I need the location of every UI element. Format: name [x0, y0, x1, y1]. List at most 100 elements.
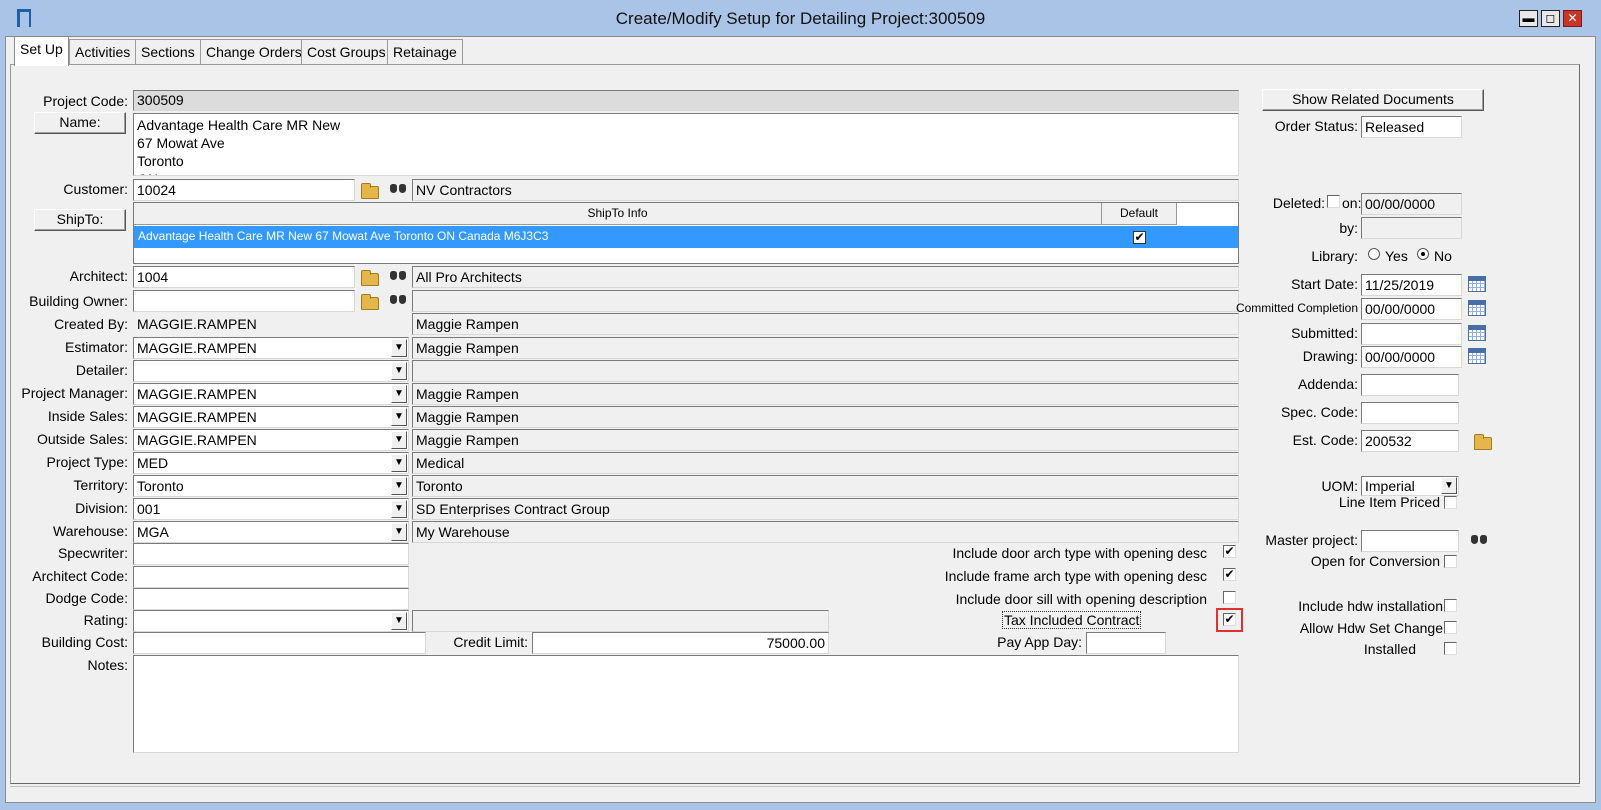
tab-sections[interactable]: Sections — [135, 39, 201, 65]
project-manager-dropdown[interactable]: MAGGIE.RAMPEN — [133, 383, 409, 405]
open-for-conversion-label: Open for Conversion — [1310, 553, 1440, 569]
door-arch-checkbox[interactable]: ✔ — [1223, 545, 1236, 558]
door-sill-checkbox[interactable] — [1223, 591, 1236, 604]
tab-change-orders[interactable]: Change Orders — [200, 39, 308, 65]
close-button[interactable]: ✕ — [1563, 10, 1582, 27]
inside-sales-dropdown[interactable]: MAGGIE.RAMPEN — [133, 406, 409, 428]
drawing-calendar-icon[interactable] — [1468, 348, 1486, 364]
architect-code-input[interactable] — [133, 566, 409, 588]
specwriter-label: Specwriter: — [57, 545, 128, 561]
architect-binoculars-icon[interactable] — [389, 268, 407, 282]
shipto-row[interactable]: Advantage Health Care MR New 67 Mowat Av… — [134, 226, 1238, 248]
architect-folder-icon[interactable] — [361, 270, 379, 286]
outside-sales-chevron-down-icon[interactable]: ▼ — [391, 431, 407, 449]
master-project-binoculars-icon[interactable] — [1470, 532, 1488, 546]
inside-sales-chevron-down-icon[interactable]: ▼ — [391, 408, 407, 426]
addenda-field[interactable] — [1361, 374, 1459, 396]
spec-code-label: Spec. Code: — [1280, 404, 1358, 420]
territory-chevron-down-icon[interactable]: ▼ — [391, 477, 407, 495]
tab-activities[interactable]: Activities — [69, 39, 137, 65]
credit-limit-field[interactable]: 75000.00 — [532, 632, 829, 654]
line-item-priced-checkbox[interactable] — [1444, 496, 1457, 509]
outside-sales-dropdown[interactable]: MAGGIE.RAMPEN — [133, 429, 409, 451]
inside-sales-label: Inside Sales: — [47, 408, 128, 424]
submitted-label: Submitted: — [1291, 325, 1358, 341]
library-yes-radio[interactable] — [1368, 248, 1380, 260]
allow-hdw-set-change-checkbox[interactable] — [1444, 621, 1457, 634]
shipto-default-checkbox[interactable]: ✔ — [1133, 231, 1146, 244]
spec-code-field[interactable] — [1361, 402, 1459, 424]
specwriter-field[interactable] — [133, 543, 409, 565]
tab-cost-groups[interactable]: Cost Groups — [301, 39, 392, 65]
created-by-field: MAGGIE.RAMPEN — [133, 313, 409, 335]
outside-sales-label: Outside Sales: — [36, 431, 128, 447]
notes-textarea[interactable] — [133, 655, 1239, 753]
notes-label: Notes: — [87, 657, 128, 673]
warehouse-dropdown[interactable]: MGA — [133, 521, 409, 543]
include-hdw-installation-checkbox[interactable] — [1444, 599, 1457, 612]
building-cost-field[interactable] — [133, 632, 426, 654]
library-no-radio[interactable] — [1417, 248, 1429, 260]
project-manager-name-field: Maggie Rampen — [412, 383, 1239, 405]
dodge-code-field[interactable] — [133, 588, 409, 610]
customer-name-field: NV Contractors — [412, 179, 1239, 201]
building-owner-field[interactable] — [133, 290, 355, 312]
detailer-name-field — [412, 360, 1239, 382]
tab-set-up[interactable]: Set Up — [14, 36, 69, 66]
submitted-calendar-icon[interactable] — [1468, 325, 1486, 341]
division-chevron-down-icon[interactable]: ▼ — [391, 500, 407, 518]
project-code-field: 300509 — [133, 90, 1239, 111]
project-type-dropdown[interactable]: MED — [133, 452, 409, 474]
name-button[interactable]: Name: — [34, 112, 126, 134]
deleted-label: Deleted: — [1272, 195, 1325, 211]
architect-label: Architect: — [69, 268, 128, 284]
estimator-dropdown[interactable]: MAGGIE.RAMPEN — [133, 337, 409, 359]
start-date-calendar-icon[interactable] — [1468, 276, 1486, 292]
building-owner-label: Building Owner: — [29, 293, 128, 309]
project-type-chevron-down-icon[interactable]: ▼ — [391, 454, 407, 472]
outside-sales-name-field: Maggie Rampen — [412, 429, 1239, 451]
detailer-chevron-down-icon[interactable]: ▼ — [391, 362, 407, 380]
estimator-chevron-down-icon[interactable]: ▼ — [391, 339, 407, 357]
tab-retainage[interactable]: Retainage — [387, 39, 463, 65]
pay-app-day-field[interactable] — [1086, 632, 1166, 654]
name-address-field[interactable]: Advantage Health Care MR New 67 Mowat Av… — [133, 113, 1239, 176]
uom-label: UOM: — [1321, 478, 1358, 494]
frame-arch-checkbox[interactable]: ✔ — [1223, 568, 1236, 581]
est-code-folder-icon[interactable] — [1474, 434, 1492, 450]
est-code-field[interactable]: 200532 — [1361, 430, 1459, 452]
rating-dropdown[interactable] — [133, 610, 409, 632]
minimize-button[interactable]: ▬ — [1519, 10, 1538, 27]
customer-code-field[interactable]: 10024 — [133, 179, 355, 201]
shipto-default-header: Default — [1102, 203, 1177, 225]
deleted-by-label: by: — [1339, 220, 1358, 236]
detailer-dropdown[interactable] — [133, 360, 409, 382]
master-project-field[interactable] — [1361, 530, 1459, 552]
division-dropdown[interactable]: 001 — [133, 498, 409, 520]
deleted-checkbox[interactable] — [1327, 195, 1340, 208]
shipto-button[interactable]: ShipTo: — [34, 209, 126, 231]
start-date-field[interactable]: 11/25/2019 — [1361, 274, 1462, 296]
rating-chevron-down-icon[interactable]: ▼ — [391, 612, 407, 630]
submitted-field[interactable] — [1361, 323, 1462, 345]
uom-chevron-down-icon[interactable]: ▼ — [1441, 477, 1457, 494]
committed-completion-calendar-icon[interactable] — [1468, 300, 1486, 316]
architect-code-field[interactable]: 1004 — [133, 266, 355, 288]
committed-completion-field[interactable]: 00/00/0000 — [1361, 298, 1462, 320]
building-owner-folder-icon[interactable] — [361, 294, 379, 310]
open-for-conversion-checkbox[interactable] — [1444, 555, 1457, 568]
maximize-button[interactable]: ◻ — [1541, 10, 1560, 27]
drawing-field[interactable]: 00/00/0000 — [1361, 346, 1462, 368]
project-manager-chevron-down-icon[interactable]: ▼ — [391, 385, 407, 403]
warehouse-chevron-down-icon[interactable]: ▼ — [391, 523, 407, 541]
building-owner-binoculars-icon[interactable] — [389, 292, 407, 306]
installed-checkbox[interactable] — [1444, 642, 1457, 655]
customer-binoculars-icon[interactable] — [389, 181, 407, 195]
customer-folder-icon[interactable] — [361, 183, 379, 199]
division-label: Division: — [75, 500, 128, 516]
show-related-documents-button[interactable]: Show Related Documents — [1262, 89, 1484, 111]
territory-dropdown[interactable]: Toronto — [133, 475, 409, 497]
door-sill-label: Include door sill with opening descripti… — [955, 591, 1207, 607]
tax-included-highlight — [1216, 608, 1243, 632]
customer-label: Customer: — [63, 181, 128, 197]
